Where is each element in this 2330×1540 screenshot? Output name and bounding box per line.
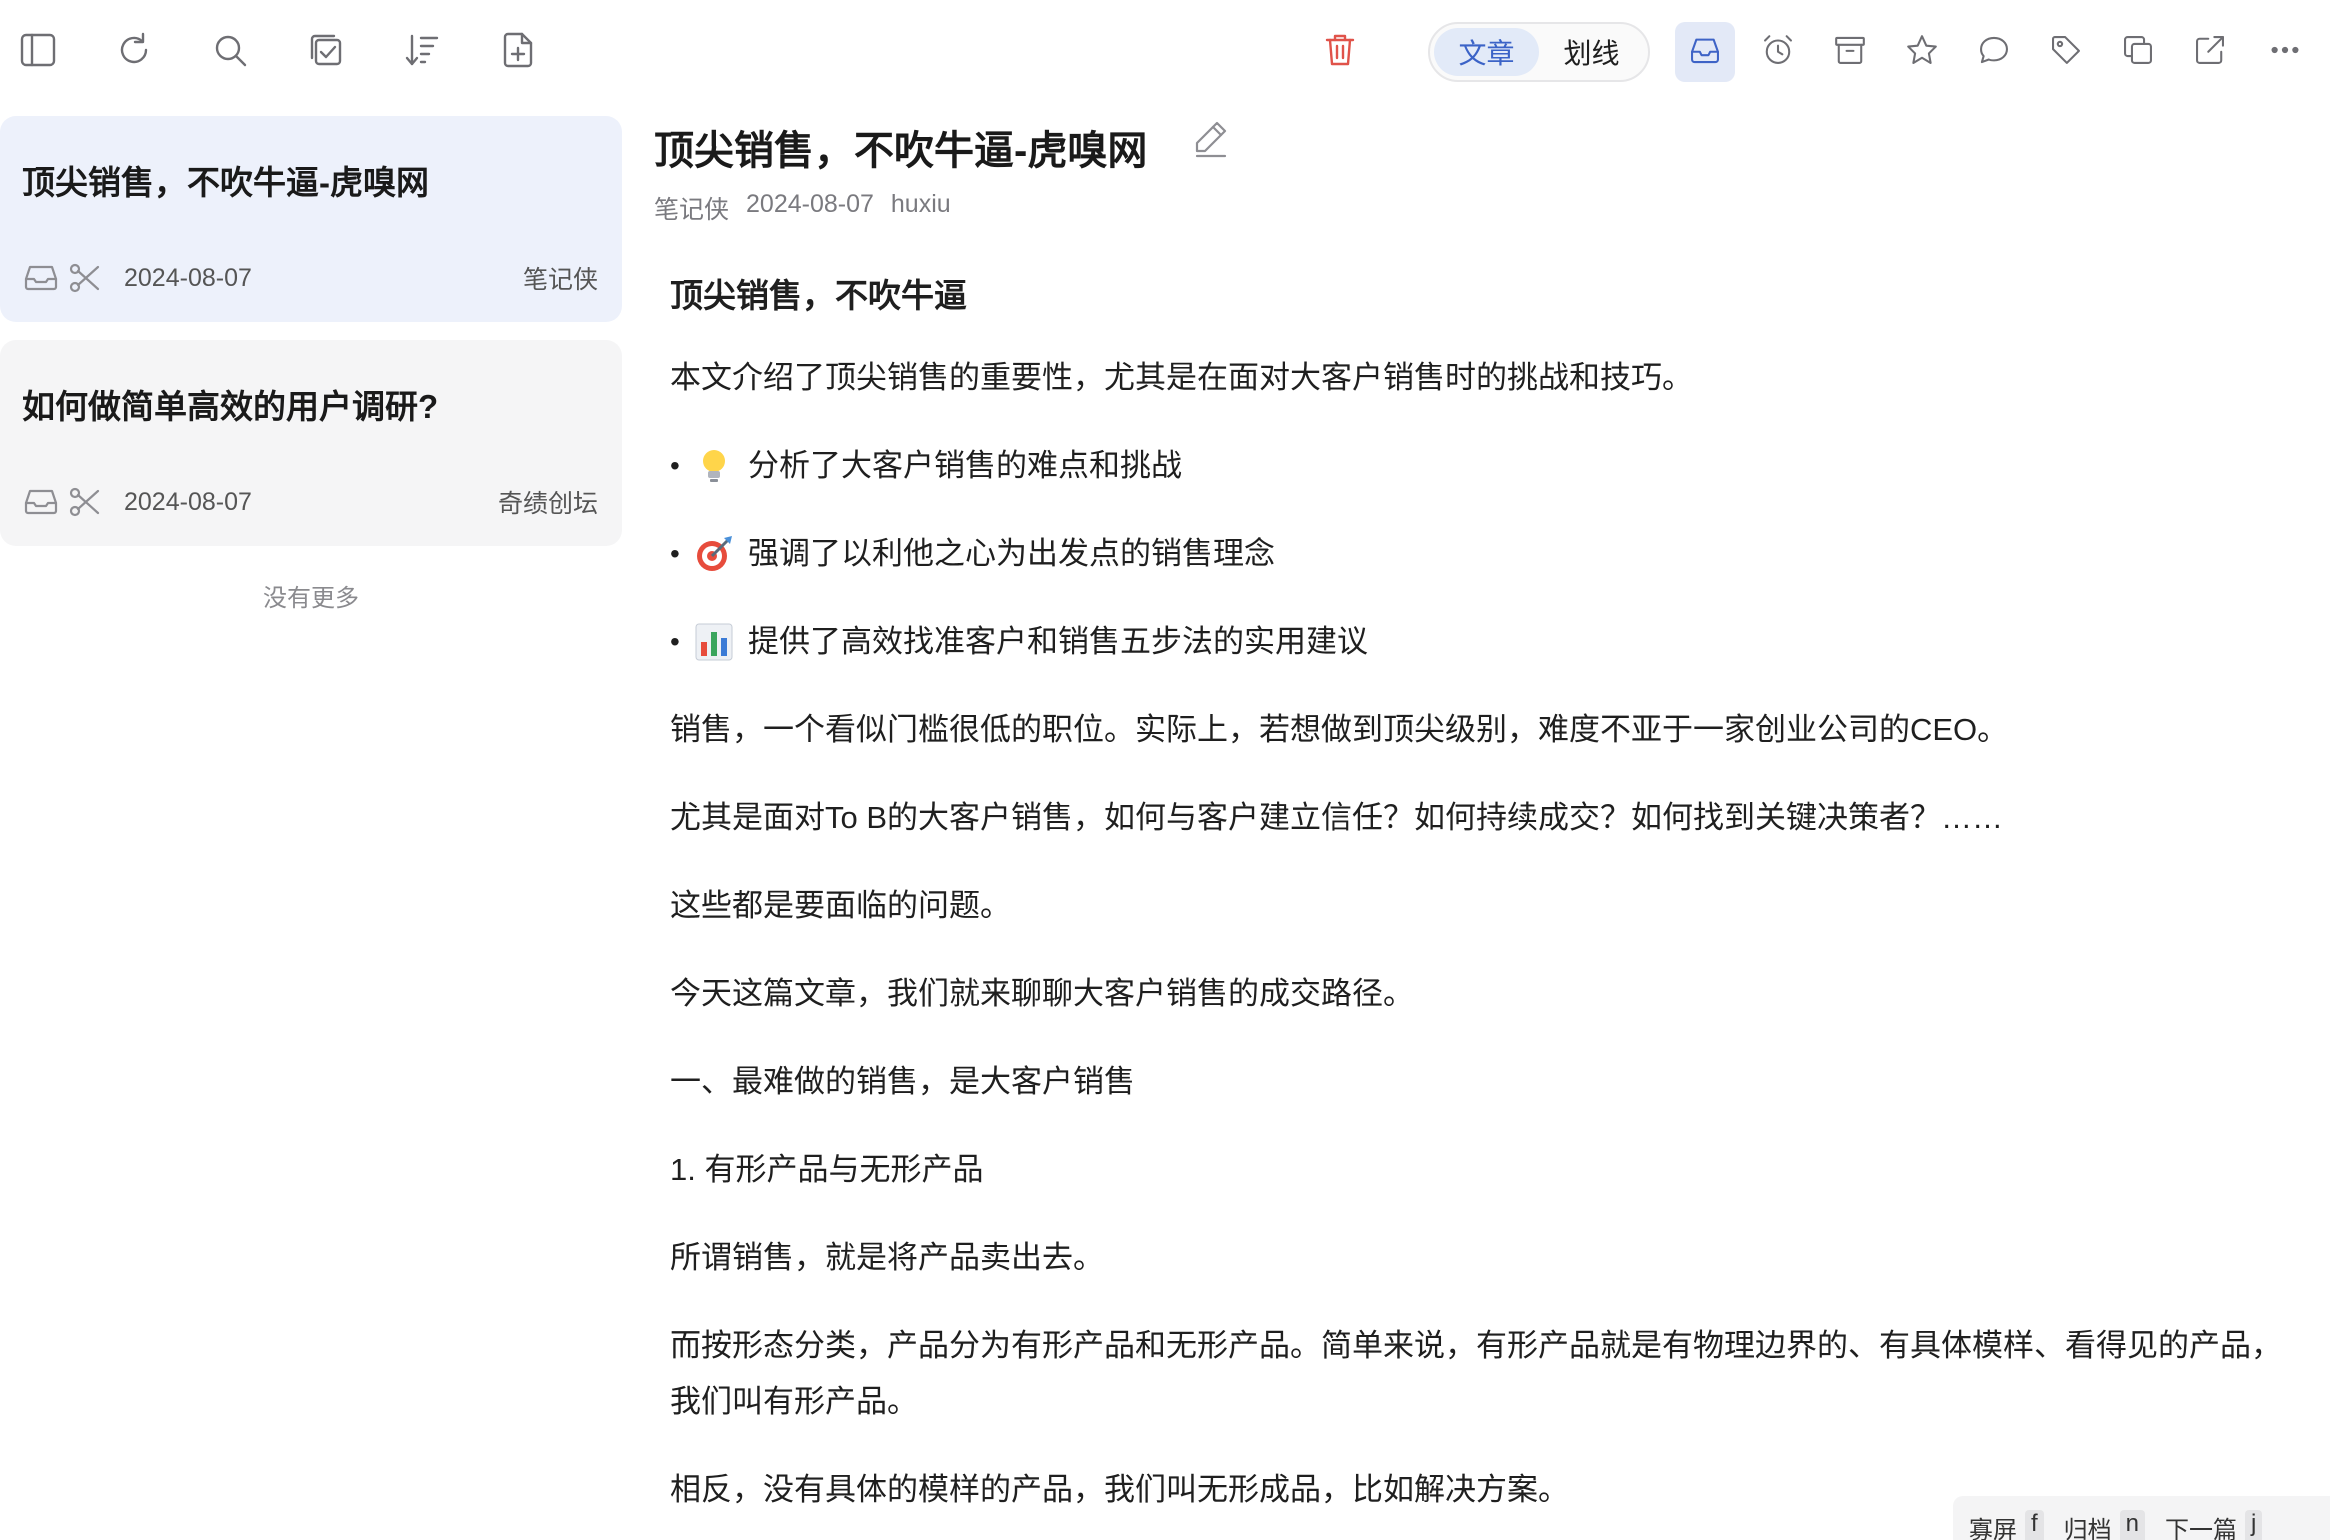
list-item-date: 2024-08-07 bbox=[124, 487, 252, 516]
article-paragraph: 本文介绍了顶尖销售的重要性，尤其是在面对大客户销售时的挑战和技巧。 bbox=[670, 360, 1693, 395]
search-button[interactable] bbox=[200, 22, 260, 82]
article-reader: 顶尖销售，不吹牛逼-虎嗅网 笔记侠 2024-08-07 huxiu 顶尖销售，… bbox=[640, 104, 2330, 1540]
inbox-icon bbox=[1686, 31, 1724, 74]
bullet-text: 分析了大客户销售的难点和挑战 bbox=[748, 448, 1182, 483]
toolbar: 文章 划线 bbox=[0, 0, 2330, 104]
shortcut-fullscreen[interactable]: 寡屏 f bbox=[1969, 1510, 2044, 1540]
bullet-dot: • bbox=[670, 626, 680, 657]
list-item[interactable]: 顶尖销售，不吹牛逼-虎嗅网 2024-08-07 笔记侠 bbox=[0, 116, 622, 322]
list-item[interactable]: 如何做简单高效的用户调研? 2024-08-07 奇绩创坛 bbox=[0, 340, 622, 546]
trash-icon bbox=[1318, 28, 1362, 77]
pencil-icon bbox=[1188, 121, 1232, 164]
new-document-icon bbox=[496, 28, 540, 77]
lightbulb-icon bbox=[694, 446, 734, 486]
external-link-icon bbox=[2191, 31, 2229, 74]
new-document-button[interactable] bbox=[488, 22, 548, 82]
article-date: 2024-08-07 bbox=[746, 190, 874, 218]
edit-title-button[interactable] bbox=[1188, 116, 1232, 160]
refresh-icon bbox=[112, 28, 156, 77]
favorite-button[interactable] bbox=[1892, 22, 1952, 82]
inbox-icon bbox=[22, 483, 60, 521]
sort-icon bbox=[400, 28, 444, 77]
sidebar-toggle-button[interactable] bbox=[8, 22, 68, 82]
more-icon bbox=[2266, 31, 2304, 74]
delete-button[interactable] bbox=[1310, 22, 1370, 82]
view-tab-switch: 文章 划线 bbox=[1428, 22, 1650, 82]
sidebar-toggle-icon bbox=[16, 28, 60, 77]
summary-bullet: • 提供了高效找准客户和销售五步法的实用建议 bbox=[670, 614, 2310, 670]
inbox-button[interactable] bbox=[1675, 22, 1735, 82]
open-original-button[interactable] bbox=[2180, 22, 2240, 82]
article-paragraph: 1. 有形产品与无形产品 bbox=[670, 1152, 984, 1187]
article-list: 顶尖销售，不吹牛逼-虎嗅网 2024-08-07 笔记侠 如何做简单高效的用户调… bbox=[0, 104, 640, 1540]
archive-icon bbox=[1831, 31, 1869, 74]
shortcut-archive[interactable]: 归档 n bbox=[2063, 1510, 2146, 1540]
bullet-dot: • bbox=[670, 450, 680, 481]
copy-icon bbox=[2119, 31, 2157, 74]
article-paragraph: 这些都是要面临的问题。 bbox=[670, 888, 1011, 923]
archive-button[interactable] bbox=[1820, 22, 1880, 82]
star-icon bbox=[1903, 31, 1941, 74]
copy-button[interactable] bbox=[2108, 22, 2168, 82]
shortcut-key: j bbox=[2245, 1510, 2263, 1540]
list-item-source: 奇绩创坛 bbox=[497, 490, 598, 518]
shortcut-next[interactable]: 下一篇 j bbox=[2165, 1510, 2263, 1540]
multi-select-icon bbox=[304, 28, 348, 77]
summary-bullet: • 分析了大客户销售的难点和挑战 bbox=[670, 438, 2310, 494]
article-paragraph: 销售，一个看似门槛很低的职位。实际上，若想做到顶尖级别，难度不亚于一家创业公司的… bbox=[670, 712, 2009, 747]
remind-button[interactable] bbox=[1748, 22, 1808, 82]
shortcut-label: 寡屏 bbox=[1969, 1517, 2017, 1540]
bullet-text: 提供了高效找准客户和销售五步法的实用建议 bbox=[748, 624, 1368, 659]
more-button[interactable] bbox=[2255, 22, 2315, 82]
shortcut-key: f bbox=[2025, 1510, 2044, 1540]
article-title: 顶尖销售，不吹牛逼-虎嗅网 bbox=[654, 129, 1148, 173]
inbox-icon bbox=[22, 259, 60, 297]
bar-chart-icon bbox=[694, 622, 734, 662]
article-paragraph: 尤其是面对To B的大客户销售，如何与客户建立信任？如何持续成交？如何找到关键决… bbox=[670, 800, 2004, 835]
list-item-title: 如何做简单高效的用户调研? bbox=[22, 388, 439, 425]
article-paragraph: 而按形态分类，产品分为有形产品和无形产品。简单来说，有形产品就是有物理边界的、有… bbox=[670, 1328, 2282, 1419]
comment-button[interactable] bbox=[1964, 22, 2024, 82]
comment-icon bbox=[1975, 31, 2013, 74]
target-icon bbox=[694, 534, 734, 574]
list-item-source: 笔记侠 bbox=[522, 266, 598, 294]
app-window: 文章 划线 顶尖销售，不吹牛逼-虎嗅网 2024-08-07 笔记侠 如何做简单… bbox=[0, 0, 2330, 1540]
shortcut-key: n bbox=[2119, 1510, 2146, 1540]
list-item-date: 2024-08-07 bbox=[124, 263, 252, 292]
alarm-icon bbox=[1759, 31, 1797, 74]
tag-button[interactable] bbox=[2036, 22, 2096, 82]
list-item-meta: 2024-08-07 奇绩创坛 bbox=[22, 482, 598, 522]
shortcut-label: 归档 bbox=[2063, 1517, 2112, 1540]
article-paragraph: 今天这篇文章，我们就来聊聊大客户销售的成交路径。 bbox=[670, 976, 1414, 1011]
shortcut-hint-bar: 寡屏 f 归档 n 下一篇 j bbox=[1953, 1496, 2330, 1540]
search-icon bbox=[208, 28, 252, 77]
bullet-text: 强调了以利他之心为出发点的销售理念 bbox=[748, 536, 1275, 571]
summary-bullet: • 强调了以利他之心为出发点的销售理念 bbox=[670, 526, 2310, 582]
article-site: huxiu bbox=[890, 190, 951, 218]
scissors-icon bbox=[66, 259, 104, 297]
article-heading: 顶尖销售，不吹牛逼 bbox=[670, 277, 967, 314]
no-more-label: 没有更多 bbox=[263, 585, 359, 612]
list-item-meta: 2024-08-07 笔记侠 bbox=[22, 258, 598, 298]
refresh-button[interactable] bbox=[104, 22, 164, 82]
tag-icon bbox=[2047, 31, 2085, 74]
bullet-dot: • bbox=[670, 538, 680, 569]
tab-article[interactable]: 文章 bbox=[1434, 28, 1539, 76]
multi-select-button[interactable] bbox=[296, 22, 356, 82]
article-author: 笔记侠 bbox=[654, 196, 730, 224]
tab-highlights[interactable]: 划线 bbox=[1539, 28, 1644, 76]
list-item-title: 顶尖销售，不吹牛逼-虎嗅网 bbox=[22, 164, 429, 201]
scissors-icon bbox=[66, 483, 104, 521]
article-paragraph: 所谓销售，就是将产品卖出去。 bbox=[670, 1240, 1104, 1275]
article-paragraph: 一、最难做的销售，是大客户销售 bbox=[670, 1064, 1135, 1099]
sort-button[interactable] bbox=[392, 22, 452, 82]
article-meta: 笔记侠 2024-08-07 huxiu bbox=[654, 190, 951, 226]
shortcut-label: 下一篇 bbox=[2165, 1517, 2238, 1540]
